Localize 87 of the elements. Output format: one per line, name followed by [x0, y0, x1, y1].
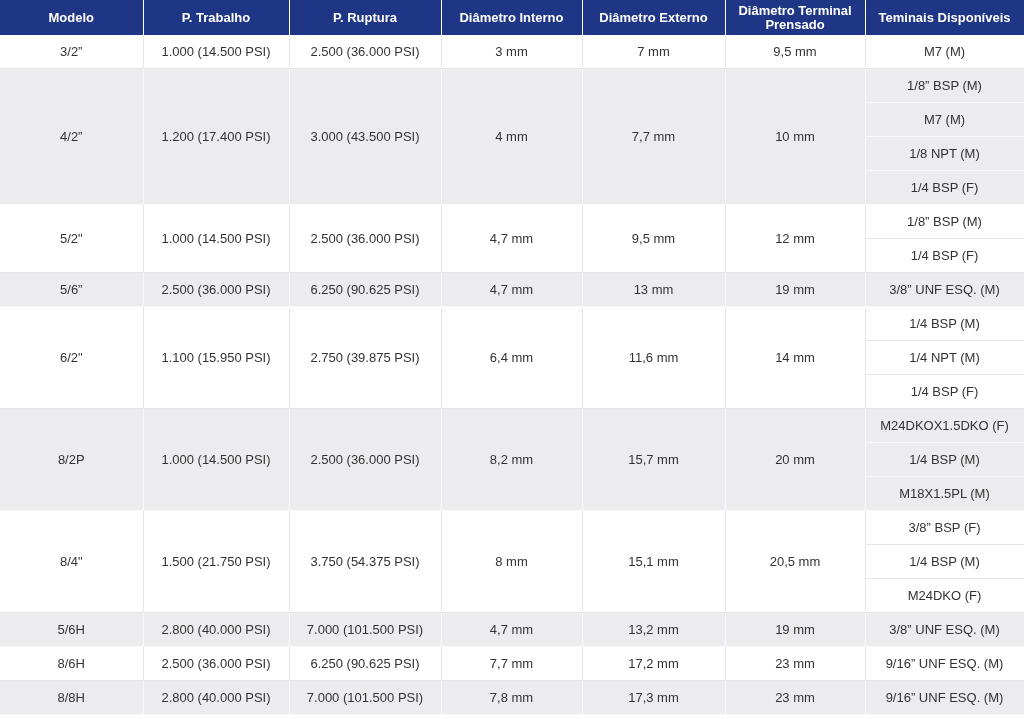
table-cell: M7 (M) — [865, 102, 1024, 137]
table-cell: 14 mm — [725, 306, 865, 409]
table-cell: 4/2” — [0, 68, 143, 205]
table-cell: 3/8” UNF ESQ. (M) — [865, 612, 1024, 647]
table-cell: 2.500 (36.000 PSI) — [143, 646, 289, 681]
table-cell: 1.000 (14.500 PSI) — [143, 408, 289, 511]
table-cell: 6.250 (90.625 PSI) — [289, 646, 441, 681]
table-cell: 1/8” BSP (M) — [865, 68, 1024, 103]
table-cell: 2.500 (36.000 PSI) — [143, 272, 289, 307]
table-cell: 1.200 (17.400 PSI) — [143, 68, 289, 205]
table-cell: 15,1 mm — [582, 510, 725, 613]
table-cell: 6/2" — [0, 306, 143, 409]
table-cell: 1/8” BSP (M) — [865, 204, 1024, 239]
table-cell: 5/2" — [0, 204, 143, 273]
table-cell: 7,8 mm — [441, 680, 582, 715]
table-cell: 6.250 (90.625 PSI) — [289, 272, 441, 307]
table-cell: 1/4 BSP (F) — [865, 238, 1024, 273]
table-cell: 13 mm — [582, 272, 725, 307]
table-cell: 1.000 (14.500 PSI) — [143, 35, 289, 69]
table-cell: 5/6H — [0, 612, 143, 647]
table-cell: 4 mm — [441, 68, 582, 205]
table-cell: 3.000 (43.500 PSI) — [289, 68, 441, 205]
table-cell: 1/4 NPT (M) — [865, 340, 1024, 375]
table-cell: 1.100 (15.950 PSI) — [143, 306, 289, 409]
table-cell: 2.500 (36.000 PSI) — [289, 35, 441, 69]
table-cell: 4,7 mm — [441, 272, 582, 307]
column-header: Diâmetro Interno — [441, 0, 582, 35]
table-cell: 9,5 mm — [582, 204, 725, 273]
table-cell: 2.750 (39.875 PSI) — [289, 306, 441, 409]
column-header: P. Ruptura — [289, 0, 441, 35]
table-cell: 13,2 mm — [582, 612, 725, 647]
table-cell: 3/8” BSP (F) — [865, 510, 1024, 545]
column-header: Diâmetro Terminal Prensado — [725, 0, 865, 35]
column-header: Modelo — [0, 0, 143, 35]
table-cell: 23 mm — [725, 646, 865, 681]
table-cell: 19 mm — [725, 272, 865, 307]
table-cell: M24DKO (F) — [865, 578, 1024, 613]
table-cell: 2.800 (40.000 PSI) — [143, 680, 289, 715]
column-header: P. Trabalho — [143, 0, 289, 35]
table-cell: 3.750 (54.375 PSI) — [289, 510, 441, 613]
table-cell: 1.000 (14.500 PSI) — [143, 204, 289, 273]
table-cell: 20 mm — [725, 408, 865, 511]
table-cell: 6,4 mm — [441, 306, 582, 409]
table-cell: 11,6 mm — [582, 306, 725, 409]
table-cell: 7 mm — [582, 35, 725, 69]
table-cell: 8 mm — [441, 510, 582, 613]
table-cell: 10 mm — [725, 68, 865, 205]
table-cell: 1/4 BSP (M) — [865, 544, 1024, 579]
table-cell: 8/6H — [0, 646, 143, 681]
table-cell: 1/4 BSP (M) — [865, 306, 1024, 341]
table-cell: 19 mm — [725, 612, 865, 647]
table-cell: 20,5 mm — [725, 510, 865, 613]
table-cell: 3 mm — [441, 35, 582, 69]
table-cell: 12 mm — [725, 204, 865, 273]
table-cell: 1/4 BSP (M) — [865, 442, 1024, 477]
table-cell: 3/8” UNF ESQ. (M) — [865, 272, 1024, 307]
table-cell: 2.500 (36.000 PSI) — [289, 408, 441, 511]
table-cell: 2.500 (36.000 PSI) — [289, 204, 441, 273]
table-cell: 7,7 mm — [441, 646, 582, 681]
table-cell: 1/4 BSP (F) — [865, 170, 1024, 205]
table-cell: 8/2P — [0, 408, 143, 511]
table-cell: 9/16” UNF ESQ. (M) — [865, 646, 1024, 681]
table-cell: 7.000 (101.500 PSI) — [289, 612, 441, 647]
table-cell: 15,7 mm — [582, 408, 725, 511]
table-cell: 3/2” — [0, 35, 143, 69]
table-cell: 8,2 mm — [441, 408, 582, 511]
table-cell: 9,5 mm — [725, 35, 865, 69]
table-cell: M18X1.5PL (M) — [865, 476, 1024, 511]
column-header: Diâmetro Externo — [582, 0, 725, 35]
table-cell: M7 (M) — [865, 35, 1024, 69]
table-cell: 8/8H — [0, 680, 143, 715]
table-cell: 4,7 mm — [441, 204, 582, 273]
table-cell: 4,7 mm — [441, 612, 582, 647]
table-cell: 23 mm — [725, 680, 865, 715]
table-cell: 1/4 BSP (F) — [865, 374, 1024, 409]
table-cell: M24DKOX1.5DKO (F) — [865, 408, 1024, 443]
table-cell: 5/6” — [0, 272, 143, 307]
table-cell: 8/4" — [0, 510, 143, 613]
table-cell: 1/8 NPT (M) — [865, 136, 1024, 171]
table-cell: 2.800 (40.000 PSI) — [143, 612, 289, 647]
table-cell: 9/16” UNF ESQ. (M) — [865, 680, 1024, 715]
table-cell: 7,7 mm — [582, 68, 725, 205]
table-cell: 7.000 (101.500 PSI) — [289, 680, 441, 715]
table-cell: 17,3 mm — [582, 680, 725, 715]
table-cell: 17,2 mm — [582, 646, 725, 681]
table-cell: 1.500 (21.750 PSI) — [143, 510, 289, 613]
column-header: Teminais Disponíveis — [865, 0, 1024, 35]
